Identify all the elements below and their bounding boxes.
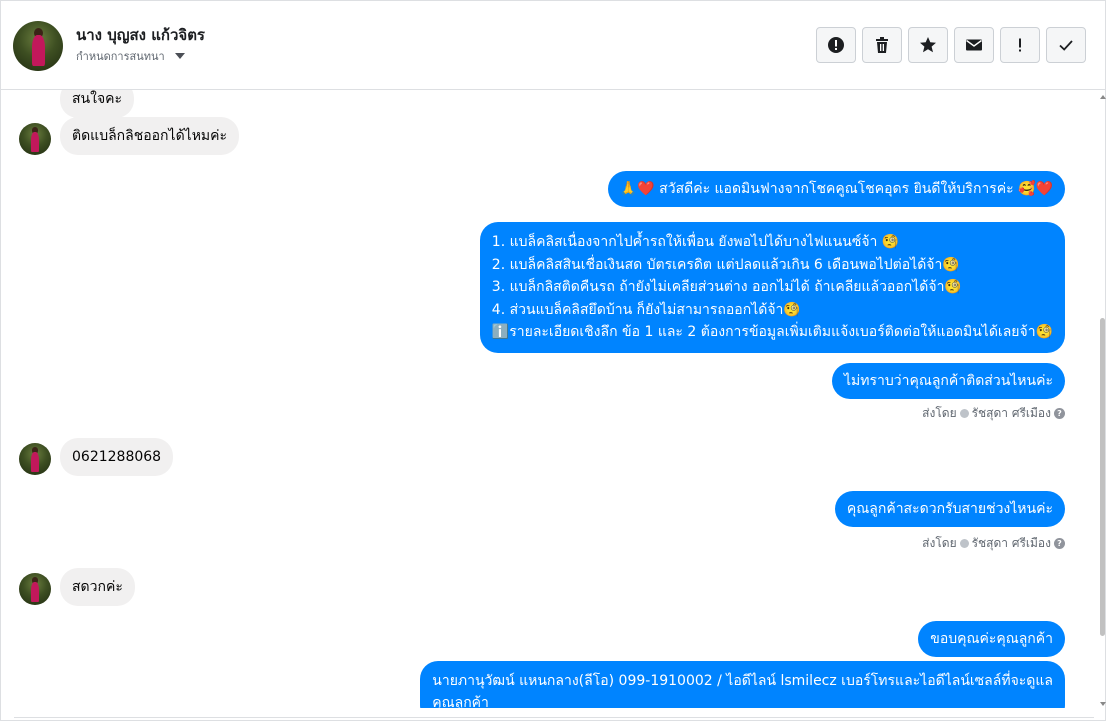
- agent-dot-icon: [959, 409, 969, 418]
- outgoing-message: คุณลูกค้าสะดวกรับสายช่วงไหนค่ะ: [834, 491, 1065, 527]
- exclamation-icon: [1019, 38, 1021, 52]
- message-composer[interactable]: [14, 717, 1094, 722]
- message-line: 4. ส่วนแบล็คลิสยึดบ้าน ก็ยังไม่สามารถออก…: [491, 301, 801, 318]
- message-line: คุณลูกค้า: [432, 695, 489, 708]
- mark-spam-button[interactable]: [816, 27, 856, 63]
- outgoing-message-multiline: นายภานุวัฒน์ แหนกลาง(ลีโอ) 099-1910002 /…: [420, 661, 1065, 708]
- message-line: นายภานุวัฒน์ แหนกลาง(ลีโอ) 099-1910002 /…: [432, 673, 1053, 689]
- outgoing-message: ไม่ทราบว่าคุณลูกค้าติดส่วนไหนค่ะ: [831, 363, 1065, 399]
- incoming-message: สนใจคะ: [60, 90, 135, 118]
- alert-circle-icon: [828, 37, 844, 53]
- follow-up-button[interactable]: [1000, 27, 1040, 63]
- contact-avatar[interactable]: [13, 21, 63, 71]
- checkmark-icon: [1059, 40, 1073, 51]
- conversation-toolbar: [816, 27, 1086, 63]
- envelope-icon: [966, 39, 982, 51]
- incoming-message: 0621288068: [60, 438, 174, 476]
- contact-name[interactable]: นาง บุญสง แก้วจิตร: [76, 23, 205, 47]
- contact-avatar-small: [19, 573, 51, 605]
- outgoing-message: 🙏❤️ สวัสดีค่ะ แอดมินฟางจากโชคคูณโชคอุดร …: [607, 171, 1065, 207]
- contact-avatar-small: [19, 443, 51, 475]
- contact-avatar-small: [19, 123, 51, 155]
- outgoing-message: ขอบคุณค่ะคุณลูกค้า: [918, 621, 1065, 657]
- sent-by-label: ส่งโดย รัชสุดา ศรีเมือง ?: [922, 534, 1065, 553]
- scroll-down-arrow-icon[interactable]: [1100, 702, 1106, 706]
- incoming-message: สดวกค่ะ: [60, 568, 135, 606]
- help-icon[interactable]: ?: [1054, 538, 1065, 549]
- star-icon: [920, 37, 936, 53]
- sent-by-name: รัชสุดา ศรีเมือง: [971, 536, 1051, 550]
- message-thread[interactable]: สนใจคะ ติดแบล็กลิชออกได้ไหมค่ะ 🙏❤️ สวัสด…: [1, 90, 1101, 708]
- sent-by-prefix: ส่งโดย: [922, 406, 957, 420]
- sent-by-label: ส่งโดย รัชสุดา ศรีเมือง ?: [922, 404, 1065, 423]
- mark-unread-button[interactable]: [954, 27, 994, 63]
- incoming-message: ติดแบล็กลิชออกได้ไหมค่ะ: [60, 117, 240, 155]
- message-line: 1. แบล็คลิสเนื่องจากไปค้ำรถให้เพื่อน ยัง…: [491, 234, 900, 250]
- sent-by-prefix: ส่งโดย: [922, 536, 957, 550]
- star-button[interactable]: [908, 27, 948, 63]
- message-line: 3. แบล็กลิสติดคืนรถ ถ้ายังไม่เคลียส่วนต่…: [491, 279, 962, 295]
- scrollbar-thumb[interactable]: [1100, 318, 1105, 636]
- assign-conversation-dropdown[interactable]: กำหนดการสนทนา: [76, 47, 185, 65]
- message-line: ℹ️รายละเอียดเชิงลึก ข้อ 1 และ 2 ต้องการข…: [491, 324, 1053, 340]
- assign-label: กำหนดการสนทนา: [76, 50, 165, 63]
- sent-by-name: รัชสุดา ศรีเมือง: [971, 406, 1051, 420]
- delete-button[interactable]: [862, 27, 902, 63]
- mark-done-button[interactable]: [1046, 27, 1086, 63]
- agent-dot-icon: [959, 539, 969, 548]
- scroll-up-arrow-icon[interactable]: [1100, 95, 1106, 99]
- trash-icon: [876, 37, 888, 53]
- outgoing-message-multiline: 1. แบล็คลิสเนื่องจากไปค้ำรถให้เพื่อน ยัง…: [479, 222, 1065, 353]
- message-line: 2. แบล็คลิสสินเชื่อเงินสด บัตรเครดิต แต่…: [491, 256, 960, 273]
- help-icon[interactable]: ?: [1054, 408, 1065, 419]
- conversation-header: นาง บุญสง แก้วจิตร กำหนดการสนทนา: [1, 1, 1105, 90]
- caret-down-icon: [174, 53, 185, 59]
